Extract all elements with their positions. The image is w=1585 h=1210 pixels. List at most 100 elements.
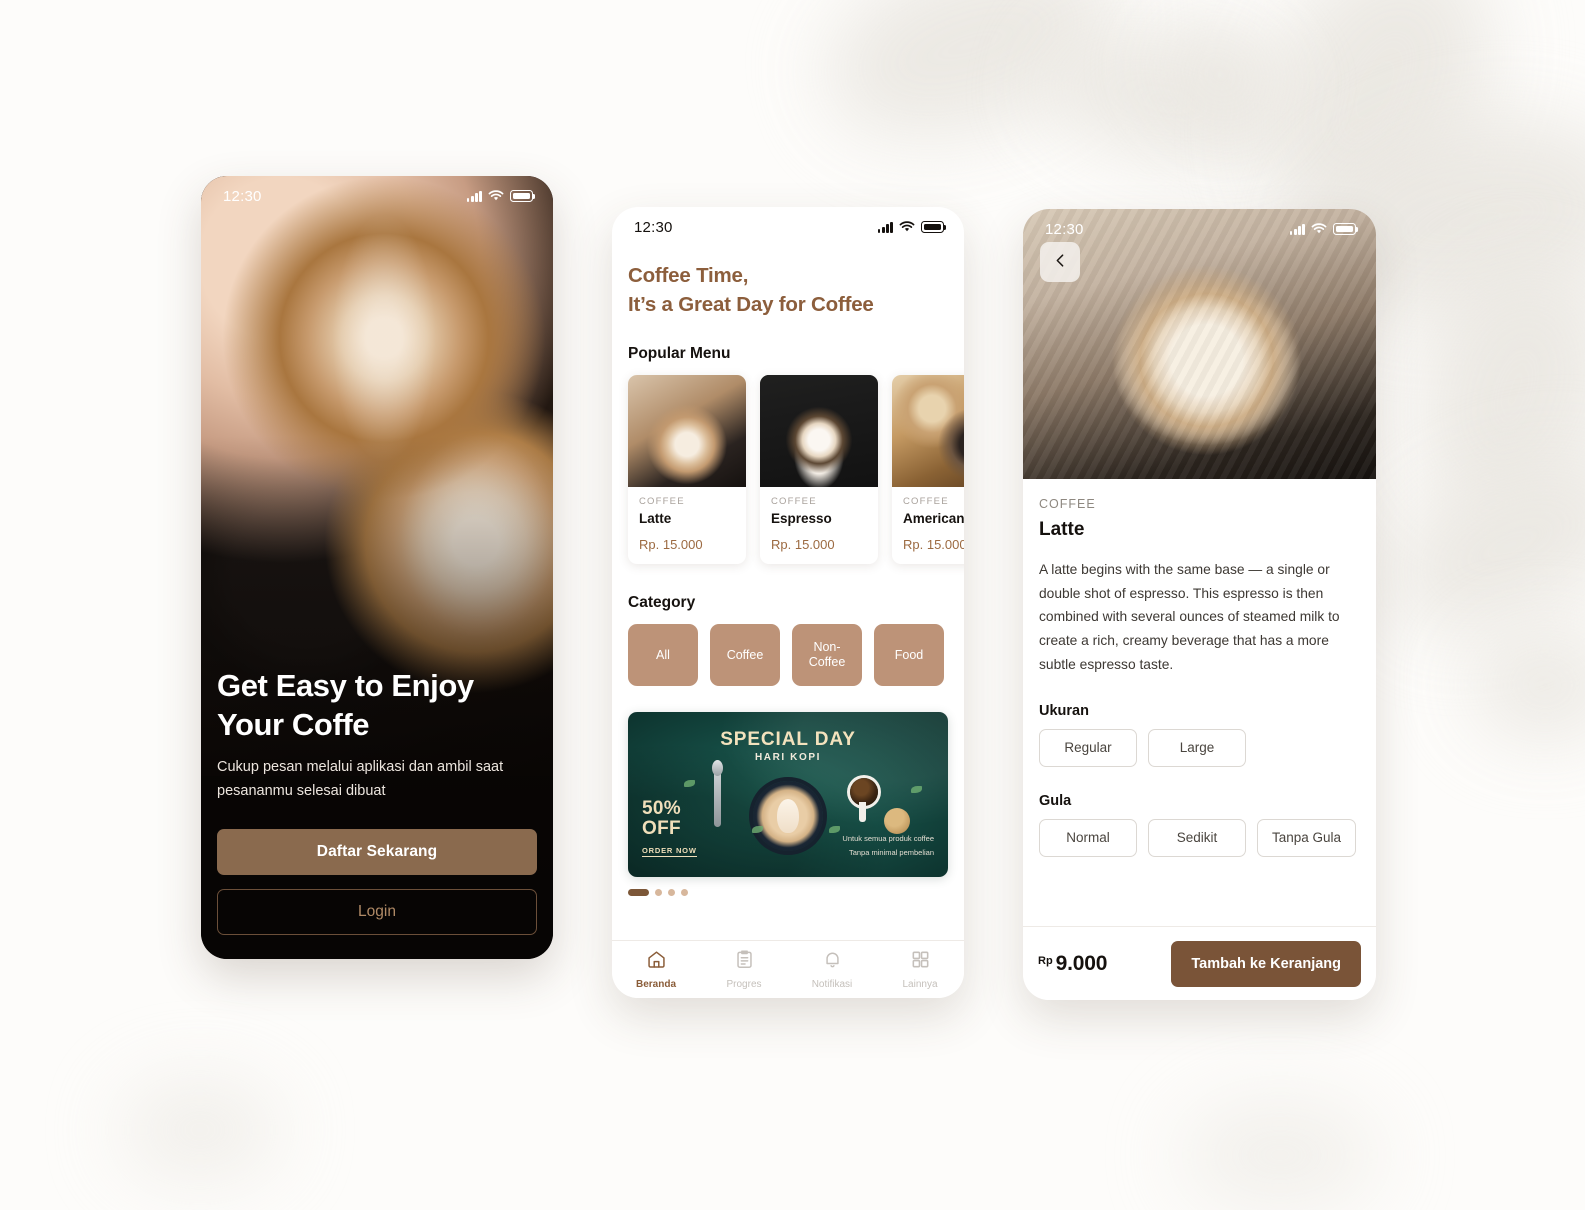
battery-full-icon xyxy=(1333,223,1359,235)
carousel-dot-active[interactable] xyxy=(628,889,649,897)
category-chip-all[interactable]: All xyxy=(628,624,698,687)
tab-notifikasi[interactable]: Notifikasi xyxy=(788,949,876,990)
product-description: A latte begins with the same base — a si… xyxy=(1039,562,1340,672)
product-name: Latte xyxy=(1039,519,1085,540)
size-option-large[interactable]: Large xyxy=(1148,728,1246,767)
tab-lainnya[interactable]: Lainnya xyxy=(876,949,964,990)
battery-full-icon xyxy=(921,221,947,233)
category-chip-coffee[interactable]: Coffee xyxy=(710,624,780,687)
menu-item-image xyxy=(628,375,746,488)
register-button[interactable]: Daftar Sekarang xyxy=(217,829,537,875)
promo-note: Untuk semua produk coffee Tanpa minimal … xyxy=(842,832,934,860)
menu-card[interactable]: COFFEE Latte Rp. 15.000 xyxy=(628,375,746,565)
tab-progres[interactable]: Progres xyxy=(700,949,788,990)
product-info: COFFEE Latte A latte begins with the sam… xyxy=(1023,479,1376,857)
phone-product-detail-screen: 12:30 COFFEE Latte A latte begins with t… xyxy=(1023,209,1376,1000)
spoon-icon xyxy=(712,760,723,828)
size-option-row: Regular Large xyxy=(1039,728,1360,767)
price-value: 9.000 xyxy=(1055,951,1108,975)
coffee-beans-scoop-image xyxy=(850,778,878,823)
wifi-icon xyxy=(899,221,915,233)
sugar-label: Gula xyxy=(1039,792,1072,809)
popular-menu-title: Popular Menu xyxy=(628,345,731,363)
chevron-left-icon xyxy=(1052,252,1069,272)
menu-card[interactable]: COFFEE Americano Rp. 15.000 xyxy=(892,375,964,565)
home-icon xyxy=(646,949,667,975)
phone-onboarding-screen: 12:30 Get Easy to Enjoy Your Coffe Cukup… xyxy=(201,176,553,959)
popular-menu-carousel[interactable]: COFFEE Latte Rp. 15.000 COFFEE Espresso … xyxy=(612,375,964,568)
status-bar: 12:30 xyxy=(201,176,553,216)
product-category: COFFEE xyxy=(1039,497,1096,511)
menu-item-image xyxy=(892,375,964,488)
wifi-icon xyxy=(488,190,504,202)
signal-bars-icon xyxy=(466,190,482,202)
menu-item-name: Americano xyxy=(903,511,964,527)
sugar-option-row: Normal Sedikit Tanpa Gula xyxy=(1039,818,1360,857)
status-bar: 12:30 xyxy=(1023,209,1376,249)
purchase-bar: Rp 9.000 Tambah ke Keranjang xyxy=(1023,926,1376,1000)
greeting-line-2: It’s a Great Day for Coffee xyxy=(628,292,874,316)
menu-item-name: Latte xyxy=(639,511,672,527)
battery-full-icon xyxy=(510,190,536,202)
promo-banner[interactable]: SPECIAL DAY HARI KOPI 50% OFF ORDER NOW xyxy=(628,712,948,878)
tab-label: Progres xyxy=(726,979,762,990)
product-hero: 12:30 xyxy=(1023,209,1376,479)
menu-item-name: Espresso xyxy=(771,511,832,527)
menu-card[interactable]: COFFEE Espresso Rp. 15.000 xyxy=(760,375,878,565)
phone-home-screen: 12:30 Coffee Time, It’s a Great Day for … xyxy=(612,207,964,998)
size-option-regular[interactable]: Regular xyxy=(1039,728,1137,767)
status-bar: 12:30 xyxy=(612,207,964,247)
category-chip-row: All Coffee Non-Coffee Food xyxy=(612,624,964,687)
tab-beranda[interactable]: Beranda xyxy=(612,949,700,990)
login-button[interactable]: Login xyxy=(217,889,537,935)
greeting-line-1: Coffee Time, xyxy=(628,264,749,287)
grid-icon xyxy=(910,949,931,975)
menu-item-price: Rp. 15.000 xyxy=(903,537,964,553)
promo-order-now-link[interactable]: ORDER NOW xyxy=(642,847,697,857)
promo-discount: 50% OFF ORDER NOW xyxy=(642,799,697,857)
bell-icon xyxy=(822,949,843,975)
promo-discount-off: OFF xyxy=(642,817,681,839)
status-time: 12:30 xyxy=(223,187,262,205)
carousel-dot[interactable] xyxy=(668,889,675,897)
product-price: Rp 9.000 xyxy=(1038,952,1107,976)
clipboard-icon xyxy=(734,949,755,975)
carousel-dot[interactable] xyxy=(681,889,688,897)
sugar-option-sedikit[interactable]: Sedikit xyxy=(1148,818,1246,857)
menu-item-image xyxy=(760,375,878,488)
wifi-icon xyxy=(1311,223,1327,235)
tab-label: Beranda xyxy=(635,979,676,990)
promo-note-line-1: Untuk semua produk coffee xyxy=(842,833,934,843)
menu-item-category: COFFEE xyxy=(903,496,949,508)
menu-item-category: COFFEE xyxy=(639,496,685,508)
signal-bars-icon xyxy=(1289,223,1305,235)
latte-cup-image xyxy=(753,781,823,852)
add-to-cart-button[interactable]: Tambah ke Keranjang xyxy=(1171,940,1361,987)
carousel-dots[interactable] xyxy=(612,877,964,897)
leaf-icon xyxy=(829,826,840,834)
size-label: Ukuran xyxy=(1039,702,1089,719)
status-time: 12:30 xyxy=(1045,220,1084,238)
sugar-option-tanpa-gula[interactable]: Tanpa Gula xyxy=(1257,818,1357,857)
category-chip-food[interactable]: Food xyxy=(874,624,944,687)
price-currency: Rp xyxy=(1038,954,1053,967)
menu-item-price: Rp. 15.000 xyxy=(639,537,703,553)
category-chip-non-coffee[interactable]: Non-Coffee xyxy=(792,624,862,687)
leaf-icon xyxy=(684,780,695,788)
home-greeting: Coffee Time, It’s a Great Day for Coffee xyxy=(612,262,964,319)
promo-title: SPECIAL DAY xyxy=(720,729,856,751)
onboarding-subtitle: Cukup pesan melalui aplikasi dan ambil s… xyxy=(217,759,504,799)
promo-note-line-2: Tanpa minimal pembelian xyxy=(848,847,934,857)
signal-bars-icon xyxy=(877,221,893,233)
home-scroll-area[interactable]: Coffee Time, It’s a Great Day for Coffee… xyxy=(612,247,964,940)
promo-subtitle: HARI KOPI xyxy=(754,752,822,764)
bottom-navigation-bar: Beranda Progres Notifikasi Lainnya xyxy=(612,940,964,998)
leaf-icon xyxy=(911,786,922,794)
promo-discount-percent: 50% xyxy=(642,798,681,820)
sugar-option-normal[interactable]: Normal xyxy=(1039,818,1137,857)
menu-item-category: COFFEE xyxy=(771,496,817,508)
status-time: 12:30 xyxy=(634,218,673,236)
carousel-dot[interactable] xyxy=(655,889,662,897)
tab-label: Notifikasi xyxy=(811,979,853,990)
onboarding-title: Get Easy to Enjoy Your Coffe xyxy=(217,667,474,742)
